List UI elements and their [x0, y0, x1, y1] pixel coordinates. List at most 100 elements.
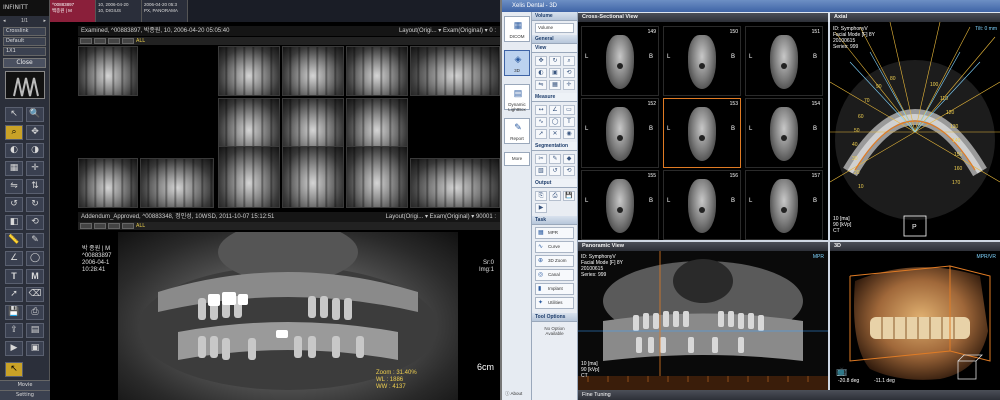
angle-icon[interactable]: ∠	[5, 251, 23, 266]
pointer-tool-icon[interactable]: ↖	[5, 107, 23, 122]
layout-icon[interactable]: ▣	[26, 341, 44, 356]
xray-image[interactable]	[410, 46, 500, 96]
axial-view[interactable]: P 90 80 70 60 50 40 30 20 10 100 110 120…	[830, 22, 1000, 240]
delete-icon[interactable]: ✕	[549, 129, 561, 139]
save-out-icon[interactable]: 💾	[563, 191, 575, 201]
cross-section-slice[interactable]: L B 149	[581, 26, 659, 96]
xray-image[interactable]	[282, 146, 344, 208]
zoom-tool-icon[interactable]: ⌕	[5, 125, 23, 140]
view-section-header[interactable]: View	[532, 44, 577, 53]
ellipse-icon[interactable]: ◯	[549, 117, 561, 127]
volume-section-header[interactable]: Volume	[532, 12, 577, 21]
xray-image[interactable]	[346, 146, 408, 208]
export-icon[interactable]: ⇪	[5, 323, 23, 338]
layout-select[interactable]: 1X1	[3, 47, 46, 56]
cross-section-slice[interactable]: L B 154	[745, 98, 823, 168]
cross-section-slice[interactable]: L B 155	[581, 170, 659, 240]
mini-tool-3[interactable]	[108, 38, 120, 44]
capture-icon[interactable]: ⎘	[535, 191, 547, 201]
pencil-icon[interactable]: ✎	[26, 233, 44, 248]
flip-horizontal-icon[interactable]: ⇋	[5, 179, 23, 194]
patient-tab-3[interactable]: 2006-04-20 05:3 PX, PANORAMA	[142, 0, 188, 22]
marker-m-icon[interactable]: M	[26, 269, 44, 284]
cross-section-slice-active[interactable]: L B 153	[663, 98, 741, 168]
xray-image[interactable]	[140, 158, 214, 208]
mini-tool-1[interactable]	[80, 38, 92, 44]
mini-tool-3[interactable]	[108, 223, 120, 229]
segmentation-section-header[interactable]: Segmentation	[532, 142, 577, 151]
xray-image[interactable]	[346, 46, 408, 96]
output-section-header[interactable]: Output	[532, 179, 577, 188]
distance-icon[interactable]: ↔	[535, 105, 547, 115]
series2-all-label[interactable]: ALL	[136, 223, 145, 229]
task-canal[interactable]: ◎ Canal	[535, 269, 574, 281]
series1-all-label[interactable]: ALL	[136, 38, 145, 44]
film-icon[interactable]: ▤	[26, 323, 44, 338]
fit-icon[interactable]: ▣	[549, 68, 561, 78]
mini-tool-4[interactable]	[122, 38, 134, 44]
arrow-measure-icon[interactable]: ➚	[535, 129, 547, 139]
cross-section-slice[interactable]: L B 152	[581, 98, 659, 168]
preset-select[interactable]: Default	[3, 37, 46, 46]
nav-more[interactable]: More	[504, 152, 530, 166]
task-utilities[interactable]: ✦ Utilities	[535, 297, 574, 309]
nav-report[interactable]: ✎ Report	[504, 118, 530, 144]
panoramic-xray-viewport[interactable]: 박 종원 | M ^00883897 2006-04-1 10:28:41 Sr…	[78, 232, 500, 400]
xray-image[interactable]	[218, 46, 280, 96]
profile-icon[interactable]: ∿	[535, 117, 547, 127]
print-out-icon[interactable]: ⎙	[549, 191, 561, 201]
reset-icon[interactable]: ⟲	[26, 215, 44, 230]
xray-image[interactable]	[78, 46, 138, 96]
reset-view-icon[interactable]: ⟲	[563, 68, 575, 78]
invert-icon[interactable]: ◧	[5, 215, 23, 230]
flip-vertical-icon[interactable]: ⇅	[26, 179, 44, 194]
movie-out-icon[interactable]: ▶	[535, 203, 547, 213]
mini-tool-1[interactable]	[80, 223, 92, 229]
xray-image[interactable]	[218, 146, 280, 208]
task-implant[interactable]: ▮ Implant	[535, 283, 574, 295]
contrast-icon[interactable]: ◑	[26, 143, 44, 158]
xray-image[interactable]	[282, 98, 344, 152]
ruler-icon[interactable]: 📏	[5, 233, 23, 248]
xray-image[interactable]	[410, 158, 500, 208]
arrow-icon[interactable]: ➚	[5, 287, 23, 302]
area-icon[interactable]: ▭	[563, 105, 575, 115]
window-level-icon[interactable]: ◐	[5, 143, 23, 158]
grid-icon[interactable]: ▦	[5, 161, 23, 176]
sculpt-icon[interactable]: ✂	[535, 154, 547, 164]
pan-icon[interactable]: ✥	[535, 56, 547, 66]
volume-button[interactable]: Volume	[535, 23, 574, 33]
text-annotation-icon[interactable]: T	[5, 269, 23, 284]
xray-image[interactable]	[282, 46, 344, 96]
cursor-mode-icon[interactable]: ↖	[5, 362, 23, 377]
fine-tuning-panel-header[interactable]: Fine Tuning	[578, 390, 1000, 400]
movie-button[interactable]: Movie	[0, 380, 50, 390]
xray-image[interactable]	[78, 158, 138, 208]
layout-view-icon[interactable]: ▦	[549, 80, 561, 90]
measure-section-header[interactable]: Measure	[532, 93, 577, 102]
zoom-icon[interactable]: ⌕	[563, 56, 575, 66]
patient-tab-1[interactable]: ^00883897 백종원 | M	[50, 0, 96, 22]
crosshair-view-icon[interactable]: ✛	[563, 80, 575, 90]
crosshair-icon[interactable]: ✛	[26, 161, 44, 176]
eraser-icon[interactable]: ⌫	[26, 287, 44, 302]
hu-icon[interactable]: ◉	[563, 129, 575, 139]
cross-section-slice[interactable]: L B 150	[663, 26, 741, 96]
reset-seg-icon[interactable]: ⟲	[563, 166, 575, 176]
about-link[interactable]: ⓘ About	[505, 391, 522, 397]
undo-seg-icon[interactable]: ↺	[549, 166, 561, 176]
series2-layout-select[interactable]: Layout(Origi... ▾ Exam(Original) ▾ 90001…	[386, 212, 500, 222]
general-section-header[interactable]: General	[532, 35, 577, 44]
patient-tab-2[interactable]: 10, 2006-04-20 10, DIGIUS	[96, 0, 142, 22]
cross-section-slice[interactable]: L B 157	[745, 170, 823, 240]
tv-icon[interactable]: 📺	[836, 367, 847, 376]
flip-icon[interactable]: ⇋	[535, 80, 547, 90]
window-icon[interactable]: ◐	[535, 68, 547, 78]
tool-options-header[interactable]: Tool Options	[532, 313, 577, 322]
cross-section-view[interactable]: L B 149 L B 150 L B 151 L B 152 L B 153 L B 154 L B 15…	[578, 22, 828, 240]
nav-3d[interactable]: ◈ 3D	[504, 50, 530, 76]
angle-measure-icon[interactable]: ∠	[549, 105, 561, 115]
fmx-image-grid[interactable]	[78, 46, 500, 212]
cross-section-slice[interactable]: L B 151	[745, 26, 823, 96]
next-page-icon[interactable]: ▸	[43, 18, 46, 24]
